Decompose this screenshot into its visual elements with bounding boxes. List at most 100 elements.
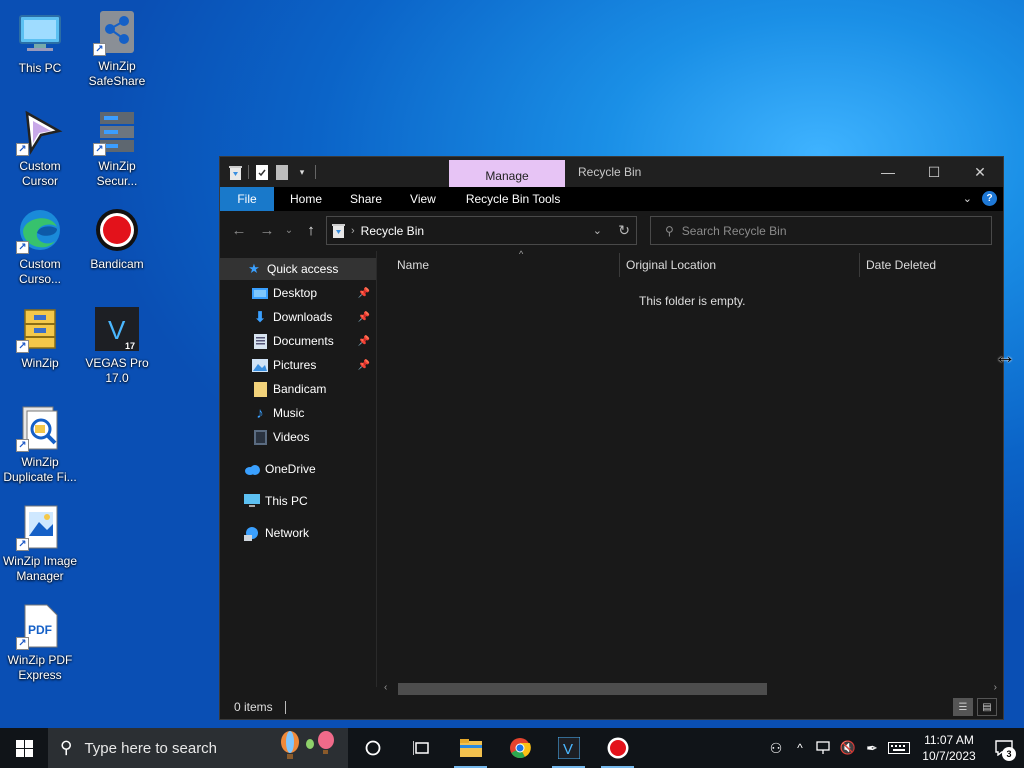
download-icon: ⬇ <box>253 309 267 326</box>
pin-icon[interactable]: 📌 <box>358 336 370 347</box>
search-input[interactable] <box>681 223 962 238</box>
address-dropdown-icon[interactable]: ⌄ <box>593 224 602 237</box>
clock[interactable]: 11:07 AM 10/7/2023 <box>914 732 984 764</box>
details-view-icon[interactable]: ☰ <box>953 698 973 716</box>
pen-icon[interactable]: ✒ <box>860 728 884 768</box>
column-header-name[interactable]: Name ^ <box>397 249 617 279</box>
desktop-icon-label: WinZip Duplicate Fi... <box>3 455 77 484</box>
nav-quick-access[interactable]: ★ Quick access <box>220 258 376 280</box>
custom-cursor-icon: ↗ <box>16 108 64 156</box>
breadcrumb-chevron-icon[interactable]: › <box>351 225 355 237</box>
desktop-icon-vegas-pro[interactable]: V 17 VEGAS Pro 17.0 <box>77 305 157 386</box>
nav-item-pictures[interactable]: Pictures 📌 <box>220 354 376 376</box>
nav-label: Downloads <box>273 310 333 324</box>
balloons-icon <box>272 730 338 767</box>
up-button[interactable]: ↑ <box>297 216 325 244</box>
bandicam-icon <box>607 737 628 759</box>
close-button[interactable]: ✕ <box>957 157 1003 187</box>
desktop-icon-winzip-duplicate[interactable]: ↗ WinZip Duplicate Fi... <box>0 404 80 485</box>
nav-item-documents[interactable]: Documents 📌 <box>220 330 376 352</box>
desktop-icon-custom-cursor[interactable]: ↗ Custom Cursor <box>0 108 80 189</box>
tab-view[interactable]: View <box>396 187 450 211</box>
nav-label: Desktop <box>273 286 318 300</box>
taskbar-chrome[interactable] <box>495 728 544 768</box>
column-divider[interactable] <box>859 253 860 277</box>
network-status-icon[interactable] <box>812 728 836 768</box>
cortana-icon <box>365 740 380 756</box>
help-icon[interactable]: ? <box>982 191 997 206</box>
nav-network[interactable]: Network <box>220 522 376 544</box>
nav-item-desktop[interactable]: Desktop 📌 <box>220 282 376 304</box>
search-box[interactable]: ⚲ <box>650 216 992 245</box>
desktop-icon-label: VEGAS Pro 17.0 <box>85 356 149 385</box>
winzip-image-icon: ↗ <box>16 503 64 551</box>
maximize-button[interactable]: ☐ <box>911 157 957 187</box>
tab-recycle-bin-tools[interactable]: Recycle Bin Tools <box>450 187 575 211</box>
volume-muted-icon[interactable]: 🔇 <box>836 728 860 768</box>
sort-up-icon: ^ <box>519 249 524 259</box>
pin-icon[interactable]: 📌 <box>358 312 370 323</box>
start-button[interactable] <box>0 728 48 768</box>
show-hidden-icons-icon[interactable]: ^ <box>788 728 812 768</box>
winzip-pdf-icon: PDF ↗ <box>16 602 64 650</box>
file-list[interactable]: Name ^ Original Location Date Deleted Th… <box>378 249 1003 687</box>
scroll-right-icon[interactable]: › <box>994 682 997 693</box>
desktop-icon-winzip[interactable]: ↗ WinZip <box>0 305 80 371</box>
nav-onedrive[interactable]: OneDrive <box>220 458 376 480</box>
nav-item-downloads[interactable]: ⬇ Downloads 📌 <box>220 306 376 328</box>
new-folder-icon[interactable] <box>275 164 289 180</box>
large-icons-view-icon[interactable]: ▤ <box>977 698 997 716</box>
edge-icon: ↗ <box>16 206 64 254</box>
nav-item-music[interactable]: ♪ Music <box>220 402 376 424</box>
action-center-button[interactable]: 3 <box>984 728 1024 768</box>
desktop-icon-edge[interactable]: ↗ Custom Curso... <box>0 206 80 287</box>
title-bar[interactable]: ▾ Manage Recycle Bin — ☐ ✕ <box>220 157 1003 187</box>
nav-item-videos[interactable]: Videos <box>220 426 376 448</box>
window-controls: — ☐ ✕ <box>865 157 1003 187</box>
nav-label: OneDrive <box>265 462 316 476</box>
pin-icon[interactable]: 📌 <box>358 360 370 371</box>
forward-button[interactable]: → <box>253 216 281 244</box>
tab-file[interactable]: File <box>220 187 274 211</box>
expand-ribbon-icon[interactable]: ⌄ <box>963 192 972 205</box>
desktop-icon-label: Custom Cursor <box>19 159 61 188</box>
svg-text:V: V <box>108 315 126 345</box>
desktop-icon-winzip-secure[interactable]: ↗ WinZip Secur... <box>77 108 157 189</box>
customize-toolbar-icon[interactable]: ▾ <box>295 164 309 180</box>
desktop-icon-bandicam[interactable]: Bandicam <box>77 206 157 272</box>
address-bar[interactable]: › Recycle Bin ⌄ ↻ <box>326 216 637 245</box>
pin-icon[interactable]: 📌 <box>358 288 370 299</box>
status-bar: 0 items ☰ ▤ <box>220 695 1003 719</box>
column-header-date-deleted[interactable]: Date Deleted <box>866 251 996 279</box>
breadcrumb[interactable]: Recycle Bin <box>361 224 424 238</box>
quick-access-toolbar: ▾ <box>220 157 316 187</box>
keyboard-icon[interactable] <box>884 728 914 768</box>
nav-this-pc[interactable]: This PC <box>220 490 376 512</box>
taskbar-search[interactable]: ⚲ Type here to search <box>48 728 348 768</box>
minimize-button[interactable]: — <box>865 157 911 187</box>
refresh-icon[interactable]: ↻ <box>618 222 630 239</box>
column-header-original-location[interactable]: Original Location <box>626 251 856 279</box>
taskbar-vegas-pro[interactable]: V <box>544 728 593 768</box>
folder-icon <box>252 381 268 397</box>
tab-share[interactable]: Share <box>336 187 396 211</box>
recent-locations-button[interactable]: ⌄ <box>281 216 297 244</box>
desktop-icon-label: This PC <box>18 61 62 75</box>
properties-icon[interactable] <box>255 164 269 180</box>
nav-item-bandicam[interactable]: Bandicam <box>220 378 376 400</box>
task-view-button[interactable] <box>397 728 446 768</box>
column-divider[interactable] <box>619 253 620 277</box>
nav-label: Pictures <box>273 358 317 372</box>
scroll-left-icon[interactable]: ‹ <box>384 682 387 693</box>
back-button[interactable]: ← <box>225 216 253 244</box>
desktop-icon-winzip-image[interactable]: ↗ WinZip Image Manager <box>0 503 80 584</box>
cortana-button[interactable] <box>348 728 397 768</box>
tab-home[interactable]: Home <box>274 187 336 211</box>
taskbar-file-explorer[interactable] <box>446 728 495 768</box>
tab-manage[interactable]: Manage <box>449 160 565 187</box>
people-icon[interactable]: ⚇ <box>764 728 788 768</box>
taskbar-bandicam[interactable] <box>593 728 642 768</box>
desktop-icon-winzip-pdf[interactable]: PDF ↗ WinZip PDF Express <box>0 602 80 683</box>
desktop-icon-this-pc[interactable]: This PC <box>0 10 80 76</box>
desktop-icon-winzip-safeshare[interactable]: ↗ WinZip SafeShare <box>77 8 157 89</box>
